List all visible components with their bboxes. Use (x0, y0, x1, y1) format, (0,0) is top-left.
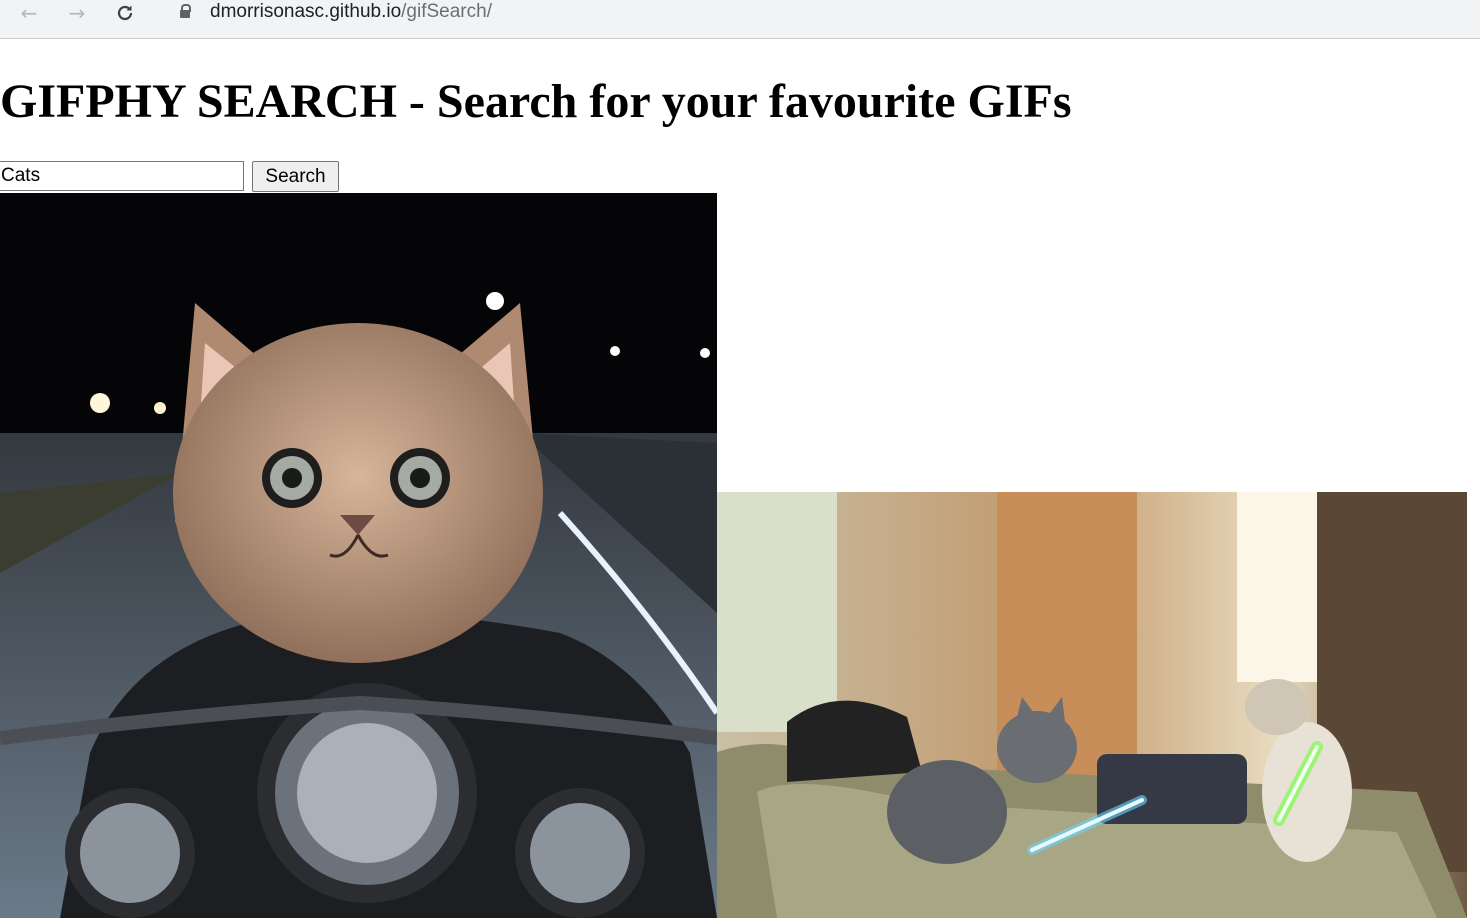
lock-icon (180, 4, 191, 18)
reload-icon (117, 5, 133, 21)
url-host: dmorrisonasc.github.io (210, 1, 402, 22)
back-button[interactable]: ← (12, 0, 46, 26)
gif-result-lightsaber-cats[interactable] (717, 492, 1467, 918)
url-path: /gifSearch/ (401, 1, 492, 22)
arrow-left-icon: ← (20, 1, 38, 25)
reload-button[interactable] (108, 0, 142, 26)
gif-image (717, 492, 1467, 918)
url-text[interactable]: dmorrisonasc.github.io/gifSearch/ (210, 1, 492, 23)
forward-button[interactable]: → (60, 0, 94, 26)
page-title: GIFPHY SEARCH - Search for your favourit… (0, 75, 1072, 128)
search-input[interactable] (0, 161, 244, 191)
gif-result-kitten-motorcycle[interactable] (0, 193, 717, 918)
gif-image (0, 193, 717, 918)
arrow-right-icon: → (68, 1, 86, 25)
search-button[interactable]: Search (252, 161, 339, 192)
browser-toolbar: ← → dmorrisonasc.github.io/gifSearch/ (0, 0, 1480, 39)
